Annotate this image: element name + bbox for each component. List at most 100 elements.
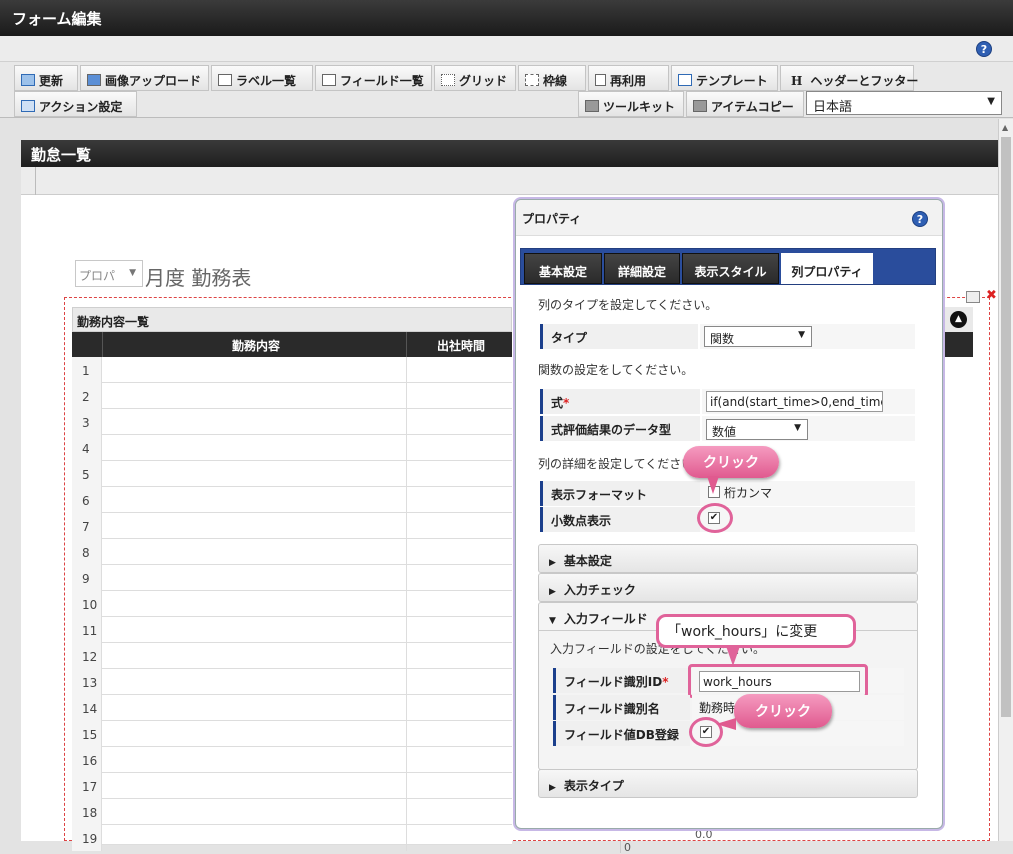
table-row: 14 (72, 695, 512, 721)
field-db-label: フィールド値DB登録 (553, 721, 690, 746)
table-row: 13 (72, 669, 512, 695)
table-row: 10 (72, 591, 512, 617)
action-icon (21, 100, 35, 112)
table-title: 勤務内容一覧 (72, 307, 512, 332)
grid-button[interactable]: グリッド (434, 65, 516, 91)
row-number: 19 (72, 825, 102, 851)
table-row: 18 (72, 799, 512, 825)
table-row: 8 (72, 539, 512, 565)
detail-description: 列の詳細を設定してください。 (538, 457, 706, 471)
row-number: 13 (72, 669, 102, 695)
row-number: 15 (72, 721, 102, 747)
table-row: 19 (72, 825, 512, 851)
reuse-icon (595, 74, 606, 86)
table-row: 3 (72, 409, 512, 435)
decimal-display-label: 小数点表示 (540, 507, 700, 532)
toolkit-icon (585, 100, 599, 112)
tab-basic[interactable]: 基本設定 (524, 253, 602, 284)
table-row: 1 (72, 357, 512, 383)
field-name-label: フィールド識別名 (553, 695, 690, 720)
click-callout-1: クリック (683, 446, 779, 478)
function-description: 関数の設定をしてください。 (538, 363, 694, 377)
result-type-select[interactable]: 数値 ▼ (706, 419, 808, 440)
partial-row-cells: 0.00 (617, 828, 717, 854)
label-list-button[interactable]: ラベル一覧 (211, 65, 313, 91)
update-icon (21, 74, 35, 86)
table-row: 7 (72, 513, 512, 539)
accordion-display-type[interactable]: ▶ 表示タイプ (538, 769, 918, 798)
item-copy-icon (693, 100, 707, 112)
field-id-label: フィールド識別ID* (553, 668, 690, 693)
image-upload-icon (87, 74, 101, 86)
type-select[interactable]: 関数 ▼ (704, 326, 812, 347)
scroll-up-icon[interactable]: ▲ (1002, 123, 1008, 132)
row-number: 3 (72, 409, 102, 435)
header-footer-button[interactable]: H ヘッダーとフッター (780, 65, 918, 91)
help-bar: ? (0, 36, 1013, 62)
chevron-right-icon: ▶ (549, 558, 556, 568)
item-copy-button[interactable]: アイテムコピー (686, 91, 804, 117)
update-button[interactable]: 更新 (14, 65, 78, 91)
row-number: 16 (72, 747, 102, 773)
tab-column-properties[interactable]: 列プロパティ (781, 253, 873, 284)
row-number: 7 (72, 513, 102, 539)
row-number: 6 (72, 487, 102, 513)
accordion-basic-settings[interactable]: ▶ 基本設定 (538, 544, 918, 573)
section-title: 勤怠一覧 (21, 140, 998, 167)
column-header-content: 勤務内容 (232, 339, 281, 353)
tab-display-style[interactable]: 表示スタイル (682, 253, 779, 284)
table-row: 17 (72, 773, 512, 799)
header-footer-icon: H (791, 74, 803, 88)
chevron-down-icon: ▼ (794, 423, 801, 433)
scrollbar-thumb[interactable] (1001, 137, 1011, 717)
chevron-right-icon: ▶ (549, 587, 556, 597)
formula-input[interactable]: if(and(start_time>0,end_time>0 (706, 391, 883, 412)
question-icon[interactable]: ? (976, 41, 992, 57)
template-button[interactable]: テンプレート (671, 65, 778, 91)
label-list-icon (218, 74, 232, 86)
language-select[interactable]: 日本語 ▼ (806, 91, 1002, 115)
chevron-down-icon: ▼ (549, 616, 556, 626)
change-note-balloon: 「work_hours」に変更 (656, 614, 856, 648)
section-subbar (21, 167, 998, 195)
tab-detail[interactable]: 詳細設定 (604, 253, 680, 284)
template-icon (678, 74, 692, 86)
border-button[interactable]: 枠線 (518, 65, 586, 91)
field-name-value: 勤務時 (699, 701, 736, 715)
chevron-down-icon: ▼ (129, 268, 136, 278)
row-number: 8 (72, 539, 102, 565)
border-icon (525, 74, 539, 86)
reuse-button[interactable]: 再利用 (588, 65, 669, 91)
grid-icon (441, 74, 455, 86)
row-number: 14 (72, 695, 102, 721)
row-number: 4 (72, 435, 102, 461)
action-settings-button[interactable]: アクション設定 (14, 91, 137, 117)
highlight-field-id (688, 664, 868, 698)
row-number: 1 (72, 357, 102, 383)
row-number: 10 (72, 591, 102, 617)
question-icon[interactable]: ? (912, 211, 928, 227)
field-list-icon (322, 74, 336, 86)
chevron-down-icon: ▼ (987, 96, 995, 107)
type-label: タイプ (540, 324, 698, 349)
row-number: 9 (72, 565, 102, 591)
type-description: 列のタイプを設定してください。 (538, 298, 718, 312)
vertical-scrollbar[interactable]: ▲ (998, 119, 1013, 841)
image-upload-button[interactable]: 画像アップロード (80, 65, 209, 91)
property-panel-header: プロパティ ? (516, 200, 942, 236)
field-list-button[interactable]: フィールド一覧 (315, 65, 432, 91)
toolkit-button[interactable]: ツールキット (578, 91, 684, 117)
table-right-header: ▲ (945, 307, 973, 357)
window-title: フォーム編集 (0, 0, 1013, 36)
row-number: 17 (72, 773, 102, 799)
column-header-start-time: 出社時間 (437, 339, 486, 353)
result-type-label: 式評価結果のデータ型 (540, 416, 700, 441)
accordion-input-check[interactable]: ▶ 入力チェック (538, 573, 918, 602)
month-select[interactable]: プロパ ▼ (75, 260, 143, 287)
collapse-up-icon[interactable]: ▲ (950, 311, 967, 328)
close-icon[interactable]: ✖ (986, 288, 997, 303)
table-row: 4 (72, 435, 512, 461)
highlight-decimal-checkbox (697, 503, 733, 533)
click-callout-2: クリック (734, 694, 832, 728)
table-grid-icon[interactable] (966, 291, 980, 303)
